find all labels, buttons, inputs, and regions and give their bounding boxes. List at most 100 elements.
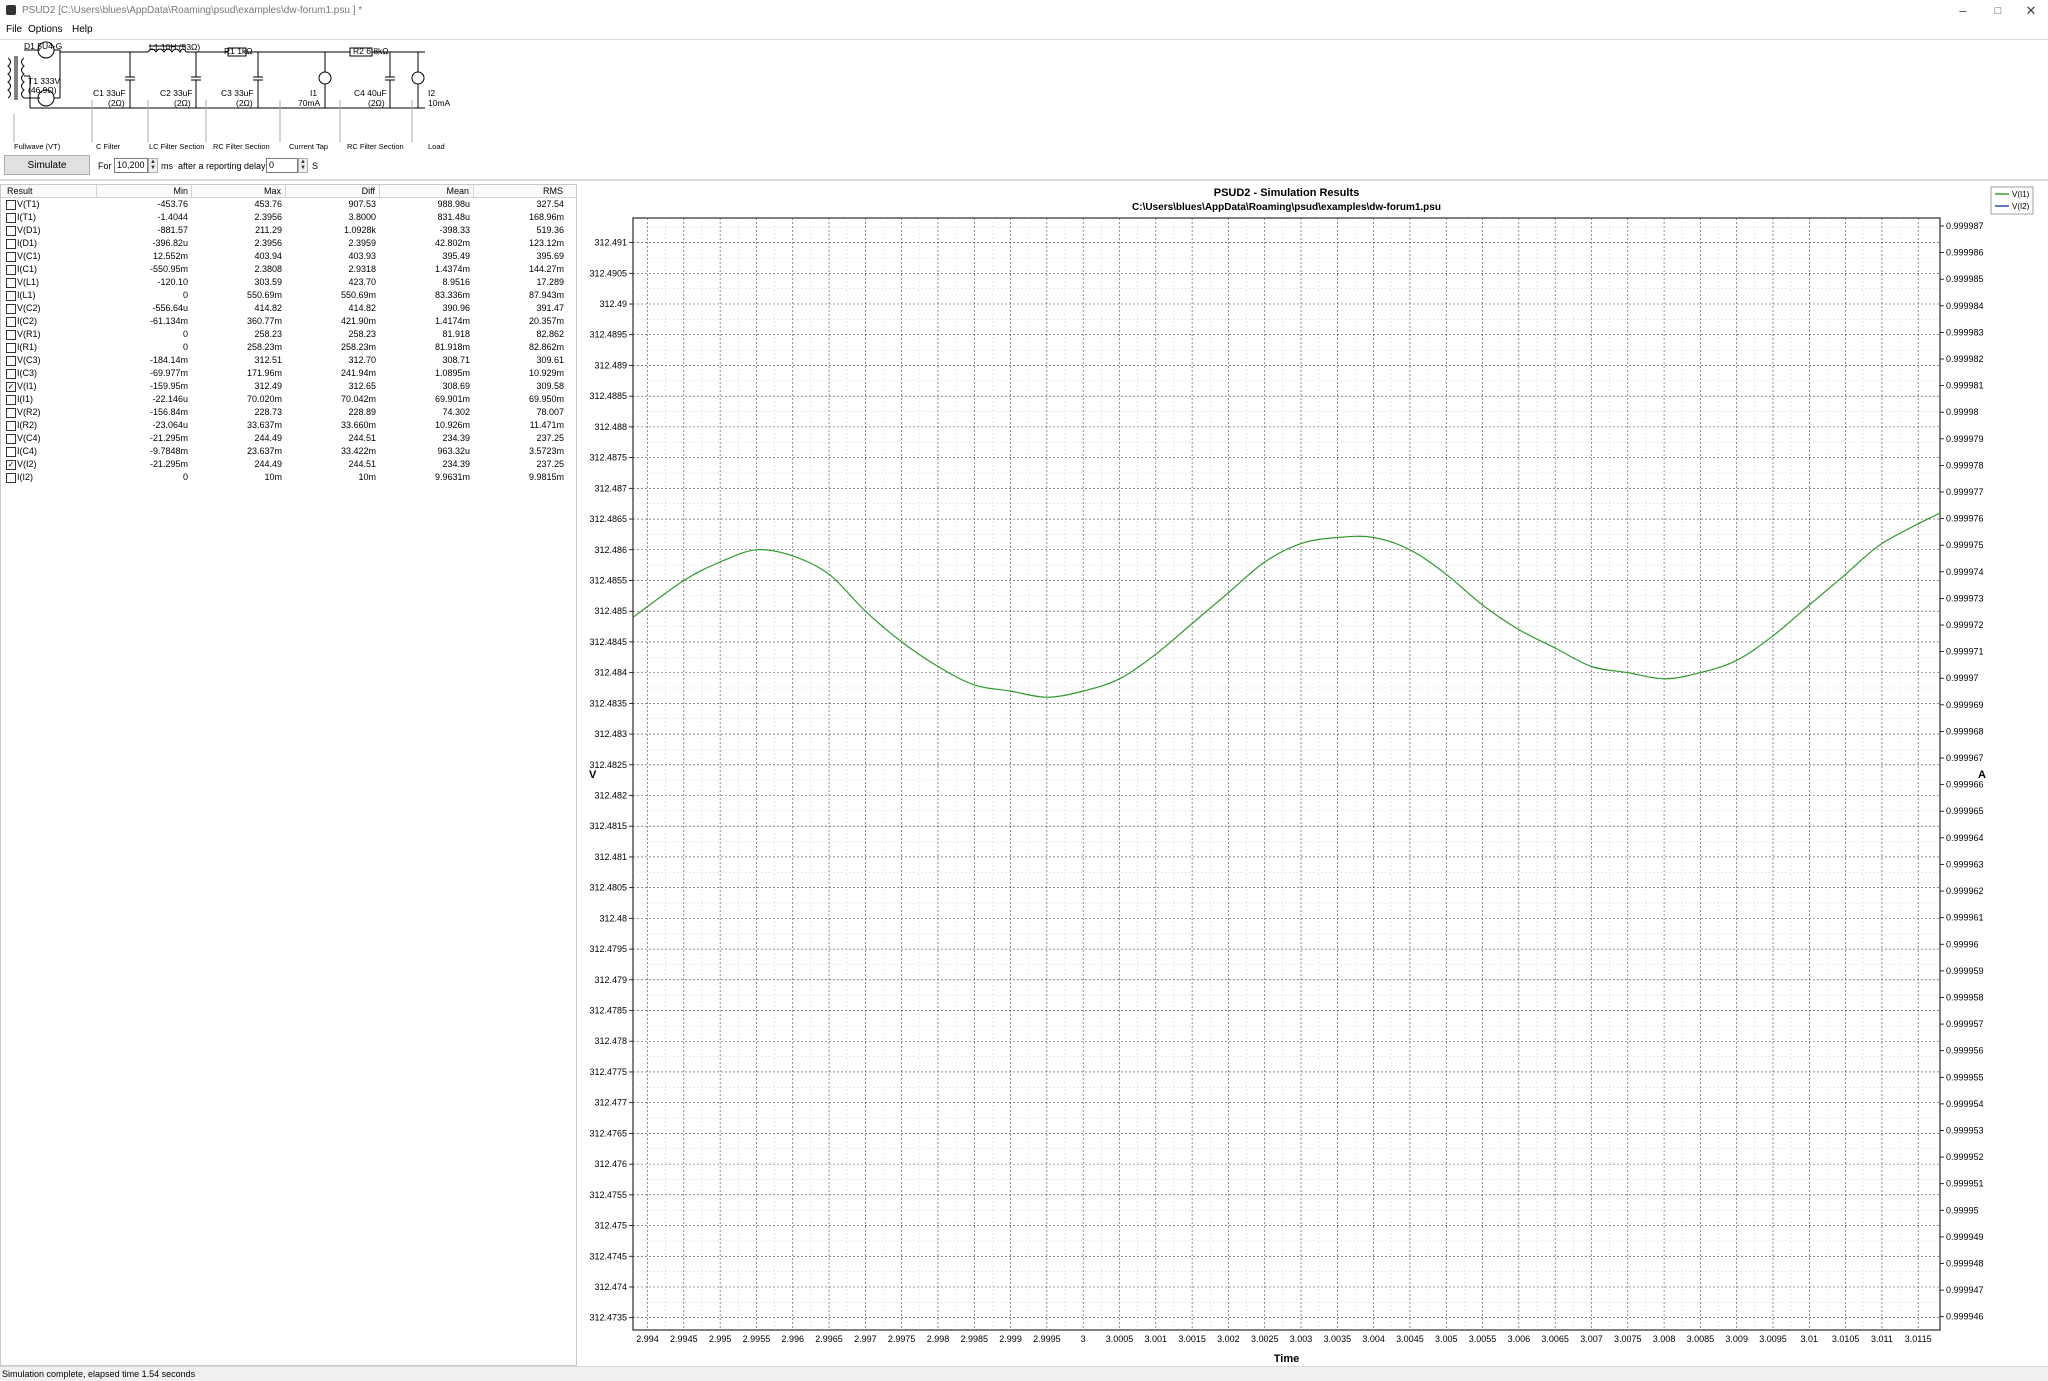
y-tick-label-left: 312.4905 <box>589 268 627 278</box>
row-checkbox[interactable] <box>6 473 16 483</box>
column-min[interactable]: Min <box>96 186 188 196</box>
table-row[interactable]: I(R1) 0 258.23m 258.23m 81.918m 82.862m <box>1 341 576 354</box>
row-checkbox[interactable]: ✓ <box>6 460 16 470</box>
row-checkbox[interactable] <box>6 330 16 340</box>
table-row[interactable]: V(C3) -184.14m 312.51 312.70 308.71 309.61 <box>1 354 576 367</box>
table-row[interactable]: ✓ V(I2) -21.295m 244.49 244.51 234.39 237.25 <box>1 458 576 471</box>
cell-mean: 1.4174m <box>434 316 470 326</box>
row-name: I(C3) <box>17 368 37 378</box>
row-checkbox[interactable] <box>6 304 16 314</box>
x-tick-label: 2.9965 <box>815 1334 843 1344</box>
x-tick-label: 3.01 <box>1801 1334 1819 1344</box>
row-checkbox[interactable] <box>6 434 16 444</box>
cell-mean: 1.0895m <box>434 368 470 378</box>
row-checkbox[interactable] <box>6 252 16 262</box>
column-max[interactable]: Max <box>191 186 281 196</box>
x-tick-label: 3.0045 <box>1396 1334 1424 1344</box>
table-row[interactable]: V(C4) -21.295m 244.49 244.51 234.39 237.25 <box>1 432 576 445</box>
row-checkbox[interactable] <box>6 200 16 210</box>
circuit-schematic[interactable]: D1 5U4-G L1 10H (53Ω) R1 1kΩ R2 6.8kΩ T1… <box>0 40 460 152</box>
y-tick-label-right: 0.999971 <box>1946 647 1984 657</box>
cell-min: -550.95m <box>149 264 188 274</box>
table-row[interactable]: I(C3) -69.977m 171.96m 241.94m 1.0895m 10.929… <box>1 367 576 380</box>
row-checkbox[interactable] <box>6 395 16 405</box>
cell-diff: 3.8000 <box>348 212 376 222</box>
simulate-button[interactable]: Simulate <box>4 155 90 175</box>
label-c1: C1 33uF <box>93 88 126 98</box>
table-row[interactable]: I(I1) -22.146u 70.020m 70.042m 69.901m 69.950… <box>1 393 576 406</box>
y-tick-label-left: 312.487 <box>594 483 627 493</box>
column-diff[interactable]: Diff <box>285 186 375 196</box>
cell-max: 550.69m <box>246 290 282 300</box>
x-tick-label: 2.9995 <box>1033 1334 1061 1344</box>
y-tick-label-left: 312.4845 <box>589 637 627 647</box>
table-row[interactable]: V(L1) -120.10 303.59 423.70 8.9516 17.289 <box>1 276 576 289</box>
y-tick-label-left: 312.4785 <box>589 1006 627 1016</box>
row-checkbox[interactable] <box>6 226 16 236</box>
maximize-icon[interactable]: □ <box>1981 0 2015 22</box>
table-row[interactable]: V(C2) -556.64u 414.82 414.82 390.96 391.47 <box>1 302 576 315</box>
row-checkbox[interactable] <box>6 343 16 353</box>
y-tick-label-right: 0.999969 <box>1946 700 1984 710</box>
row-checkbox[interactable] <box>6 265 16 275</box>
minimize-icon[interactable]: – <box>1946 0 1980 22</box>
row-checkbox[interactable] <box>6 421 16 431</box>
row-checkbox[interactable] <box>6 278 16 288</box>
cell-min: 0 <box>182 290 188 300</box>
delay-input[interactable]: 0 <box>266 158 298 173</box>
table-row[interactable]: I(I2) 0 10m 10m 9.9631m 9.9815m <box>1 471 576 484</box>
x-tick-label: 3.0065 <box>1541 1334 1569 1344</box>
row-checkbox[interactable] <box>6 447 16 457</box>
table-row[interactable]: ✓ V(I1) -159.95m 312.49 312.65 308.69 309.58 <box>1 380 576 393</box>
table-row[interactable]: I(T1) -1.4044 2.3956 3.8000 831.48u 168.96m <box>1 211 576 224</box>
simulation-chart[interactable]: PSUD2 - Simulation Results C:\Users\blues… <box>584 184 2048 1366</box>
column-rms[interactable]: RMS <box>473 186 563 196</box>
cell-mean: 83.336m <box>434 290 470 300</box>
menu-file[interactable]: File <box>6 24 22 35</box>
y-tick-label-right: 0.999959 <box>1946 966 1984 976</box>
row-checkbox[interactable] <box>6 213 16 223</box>
table-row[interactable]: I(C2) -61.134m 360.77m 421.90m 1.4174m 20.357… <box>1 315 576 328</box>
row-checkbox[interactable] <box>6 356 16 366</box>
duration-input[interactable]: 10,200 <box>114 158 148 173</box>
row-checkbox[interactable]: ✓ <box>6 382 16 392</box>
row-checkbox[interactable] <box>6 408 16 418</box>
duration-spinner-icon[interactable]: ▲ ▼ <box>148 158 158 173</box>
cell-rms: 309.58 <box>536 381 564 391</box>
menu-help[interactable]: Help <box>72 24 93 35</box>
table-row[interactable]: I(C4) -9.7848m 23.637m 33.422m 963.32u 3.5723… <box>1 445 576 458</box>
column-mean[interactable]: Mean <box>379 186 469 196</box>
label-c4: C4 40uF <box>354 88 387 98</box>
row-checkbox[interactable] <box>6 317 16 327</box>
row-checkbox[interactable] <box>6 291 16 301</box>
table-row[interactable]: V(C1) 12.552m 403.94 403.93 395.49 395.69 <box>1 250 576 263</box>
x-tick-label: 3.0075 <box>1614 1334 1642 1344</box>
x-tick-label: 2.9945 <box>670 1334 698 1344</box>
table-row[interactable]: I(C1) -550.95m 2.3808 2.9318 1.4374m 144.27m <box>1 263 576 276</box>
table-row[interactable]: V(R2) -156.84m 228.73 228.89 74.302 78.007 <box>1 406 576 419</box>
row-name: V(C2) <box>17 303 41 313</box>
table-row[interactable]: I(R2) -23.064u 33.637m 33.660m 10.926m 11.471… <box>1 419 576 432</box>
table-row[interactable]: V(D1) -881.57 211.29 1.0928k -398.33 519.36 <box>1 224 576 237</box>
menu-options[interactable]: Options <box>28 24 62 35</box>
close-icon[interactable]: ✕ <box>2014 0 2048 22</box>
row-name: V(I2) <box>17 459 37 469</box>
table-row[interactable]: I(L1) 0 550.69m 550.69m 83.336m 87.943m <box>1 289 576 302</box>
cell-max: 244.49 <box>254 459 282 469</box>
y-tick-label-left: 312.484 <box>594 668 627 678</box>
s-label: S <box>312 161 319 171</box>
y-tick-label-right: 0.99998 <box>1946 407 1979 417</box>
label-c2: C2 33uF <box>160 88 193 98</box>
column-result[interactable]: Result <box>7 186 33 196</box>
cell-max: 258.23m <box>246 342 282 352</box>
y-tick-label-left: 312.4755 <box>589 1190 627 1200</box>
row-name: I(L1) <box>17 290 36 300</box>
row-checkbox[interactable] <box>6 369 16 379</box>
x-tick-label: 3.0095 <box>1759 1334 1787 1344</box>
pane-splitter[interactable] <box>0 179 2048 181</box>
delay-spinner-icon[interactable]: ▲ ▼ <box>298 158 308 173</box>
table-row[interactable]: I(D1) -396.82u 2.3956 2.3959 42.802m 123.12m <box>1 237 576 250</box>
row-checkbox[interactable] <box>6 239 16 249</box>
table-row[interactable]: V(T1) -453.76 453.76 907.53 988.98u 327.54 <box>1 198 576 211</box>
table-row[interactable]: V(R1) 0 258.23 258.23 81.918 82.862 <box>1 328 576 341</box>
